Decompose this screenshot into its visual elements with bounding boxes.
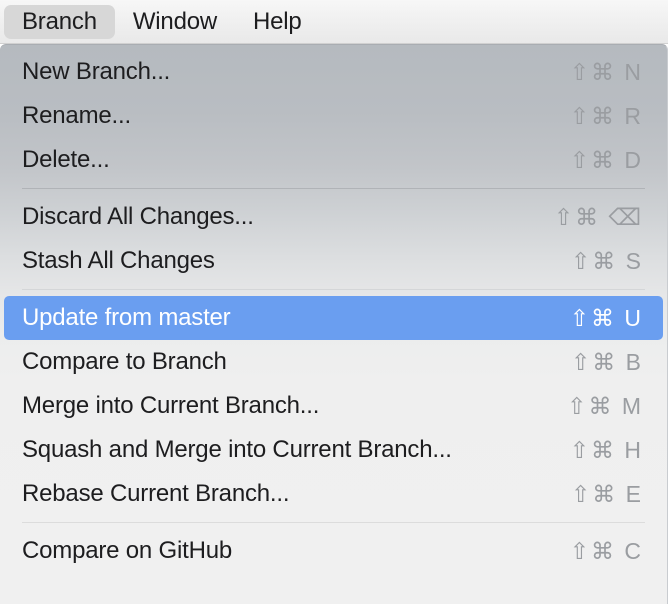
menu-bar: Branch Window Help bbox=[0, 0, 668, 44]
menu-item-new-branch[interactable]: New Branch... ⇧⌘ N bbox=[4, 50, 663, 94]
menu-item-shortcut: ⇧⌘ C bbox=[569, 537, 643, 564]
menu-item-shortcut: ⇧⌘ N bbox=[569, 58, 643, 85]
menu-item-shortcut: ⇧⌘ E bbox=[570, 480, 643, 507]
menu-item-label: Compare to Branch bbox=[22, 348, 227, 375]
menu-item-stash-all-changes[interactable]: Stash All Changes ⇧⌘ S bbox=[4, 239, 663, 283]
menubar-item-label: Window bbox=[132, 7, 218, 35]
menu-separator bbox=[22, 188, 645, 189]
menu-item-label: Rename... bbox=[22, 102, 131, 129]
menu-item-shortcut: ⇧⌘ D bbox=[569, 146, 643, 173]
menu-item-squash-and-merge-into-current-branch[interactable]: Squash and Merge into Current Branch... ⇧… bbox=[4, 428, 663, 472]
menubar-item-label: Help bbox=[253, 7, 302, 35]
menu-item-label: Update from master bbox=[22, 304, 231, 331]
menubar-item-window[interactable]: Window bbox=[115, 5, 235, 39]
menu-item-rename[interactable]: Rename... ⇧⌘ R bbox=[4, 94, 663, 138]
menu-item-shortcut: ⇧⌘ R bbox=[569, 102, 643, 129]
menu-item-discard-all-changes[interactable]: Discard All Changes... ⇧⌘ ⌫ bbox=[4, 195, 663, 239]
menu-item-update-from-master[interactable]: Update from master ⇧⌘ U bbox=[4, 296, 663, 340]
menu-item-label: Compare on GitHub bbox=[22, 537, 233, 564]
menu-item-list: New Branch... ⇧⌘ N Rename... ⇧⌘ R Delete... ⇧… bbox=[0, 45, 667, 573]
menu-item-label: Squash and Merge into Current Branch... bbox=[22, 436, 452, 463]
menubar-item-label: Branch bbox=[22, 7, 97, 35]
menu-item-shortcut: ⇧⌘ H bbox=[569, 436, 643, 463]
menu-item-shortcut: ⇧⌘ B bbox=[570, 348, 643, 375]
menu-item-shortcut: ⇧⌘ S bbox=[570, 247, 643, 274]
menu-item-label: Stash All Changes bbox=[22, 247, 215, 274]
menu-item-merge-into-current-branch[interactable]: Merge into Current Branch... ⇧⌘ M bbox=[4, 384, 663, 428]
menu-item-shortcut: ⇧⌘ M bbox=[567, 392, 643, 419]
menu-item-delete[interactable]: Delete... ⇧⌘ D bbox=[4, 138, 663, 182]
menu-item-shortcut: ⇧⌘ ⌫ bbox=[553, 203, 643, 230]
menubar-item-help[interactable]: Help bbox=[235, 5, 320, 39]
menu-item-label: Delete... bbox=[22, 146, 110, 173]
menu-item-label: Discard All Changes... bbox=[22, 203, 254, 230]
menu-item-compare-to-branch[interactable]: Compare to Branch ⇧⌘ B bbox=[4, 340, 663, 384]
branch-menu-dropdown: New Branch... ⇧⌘ N Rename... ⇧⌘ R Delete... ⇧… bbox=[0, 44, 668, 604]
menu-item-label: New Branch... bbox=[22, 58, 171, 85]
menu-item-shortcut: ⇧⌘ U bbox=[569, 304, 643, 331]
menubar-item-branch[interactable]: Branch bbox=[4, 4, 115, 39]
menu-item-label: Rebase Current Branch... bbox=[22, 480, 290, 507]
menu-separator bbox=[22, 289, 645, 290]
menu-item-label: Merge into Current Branch... bbox=[22, 392, 320, 419]
menu-item-compare-on-github[interactable]: Compare on GitHub ⇧⌘ C bbox=[4, 529, 663, 573]
menu-separator bbox=[22, 522, 645, 523]
menu-item-rebase-current-branch[interactable]: Rebase Current Branch... ⇧⌘ E bbox=[4, 472, 663, 516]
